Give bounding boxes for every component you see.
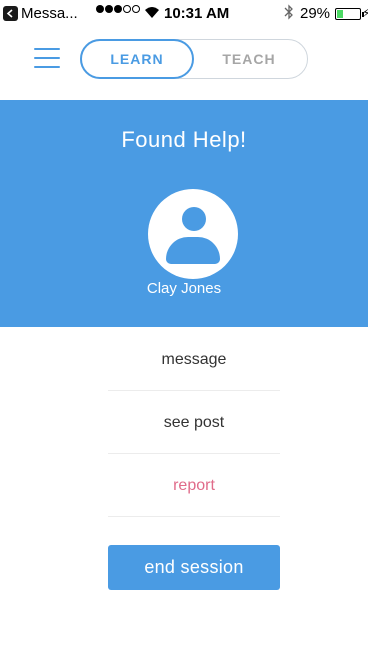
person-icon (182, 207, 206, 231)
back-app-label: Messa... (21, 5, 78, 22)
mode-switch: LEARN TEACH (80, 39, 308, 79)
tab-teach[interactable]: TEACH (197, 39, 301, 79)
charging-icon: ⚡ (362, 6, 368, 20)
bluetooth-icon (284, 4, 293, 20)
wifi-icon (145, 7, 159, 18)
message-button[interactable]: message (108, 329, 280, 391)
battery-icon (335, 8, 364, 20)
avatar (148, 189, 238, 279)
helper-name: Clay Jones (146, 280, 222, 297)
status-bar: Messa... 10:31 AM 29% ⚡ (0, 0, 368, 28)
menu-icon[interactable] (34, 48, 60, 68)
back-arrow-icon (3, 6, 18, 21)
report-button[interactable]: report (108, 455, 280, 517)
page-title: Found Help! (121, 127, 247, 152)
back-to-app[interactable]: Messa... (3, 5, 78, 22)
battery-percent: 29% (300, 5, 331, 22)
status-time: 10:31 AM (164, 5, 230, 22)
see-post-button[interactable]: see post (108, 392, 280, 454)
tab-learn[interactable]: LEARN (80, 39, 194, 79)
battery-fill (337, 10, 344, 18)
signal-strength-icon (96, 5, 140, 13)
end-session-button[interactable]: end session (108, 545, 280, 590)
